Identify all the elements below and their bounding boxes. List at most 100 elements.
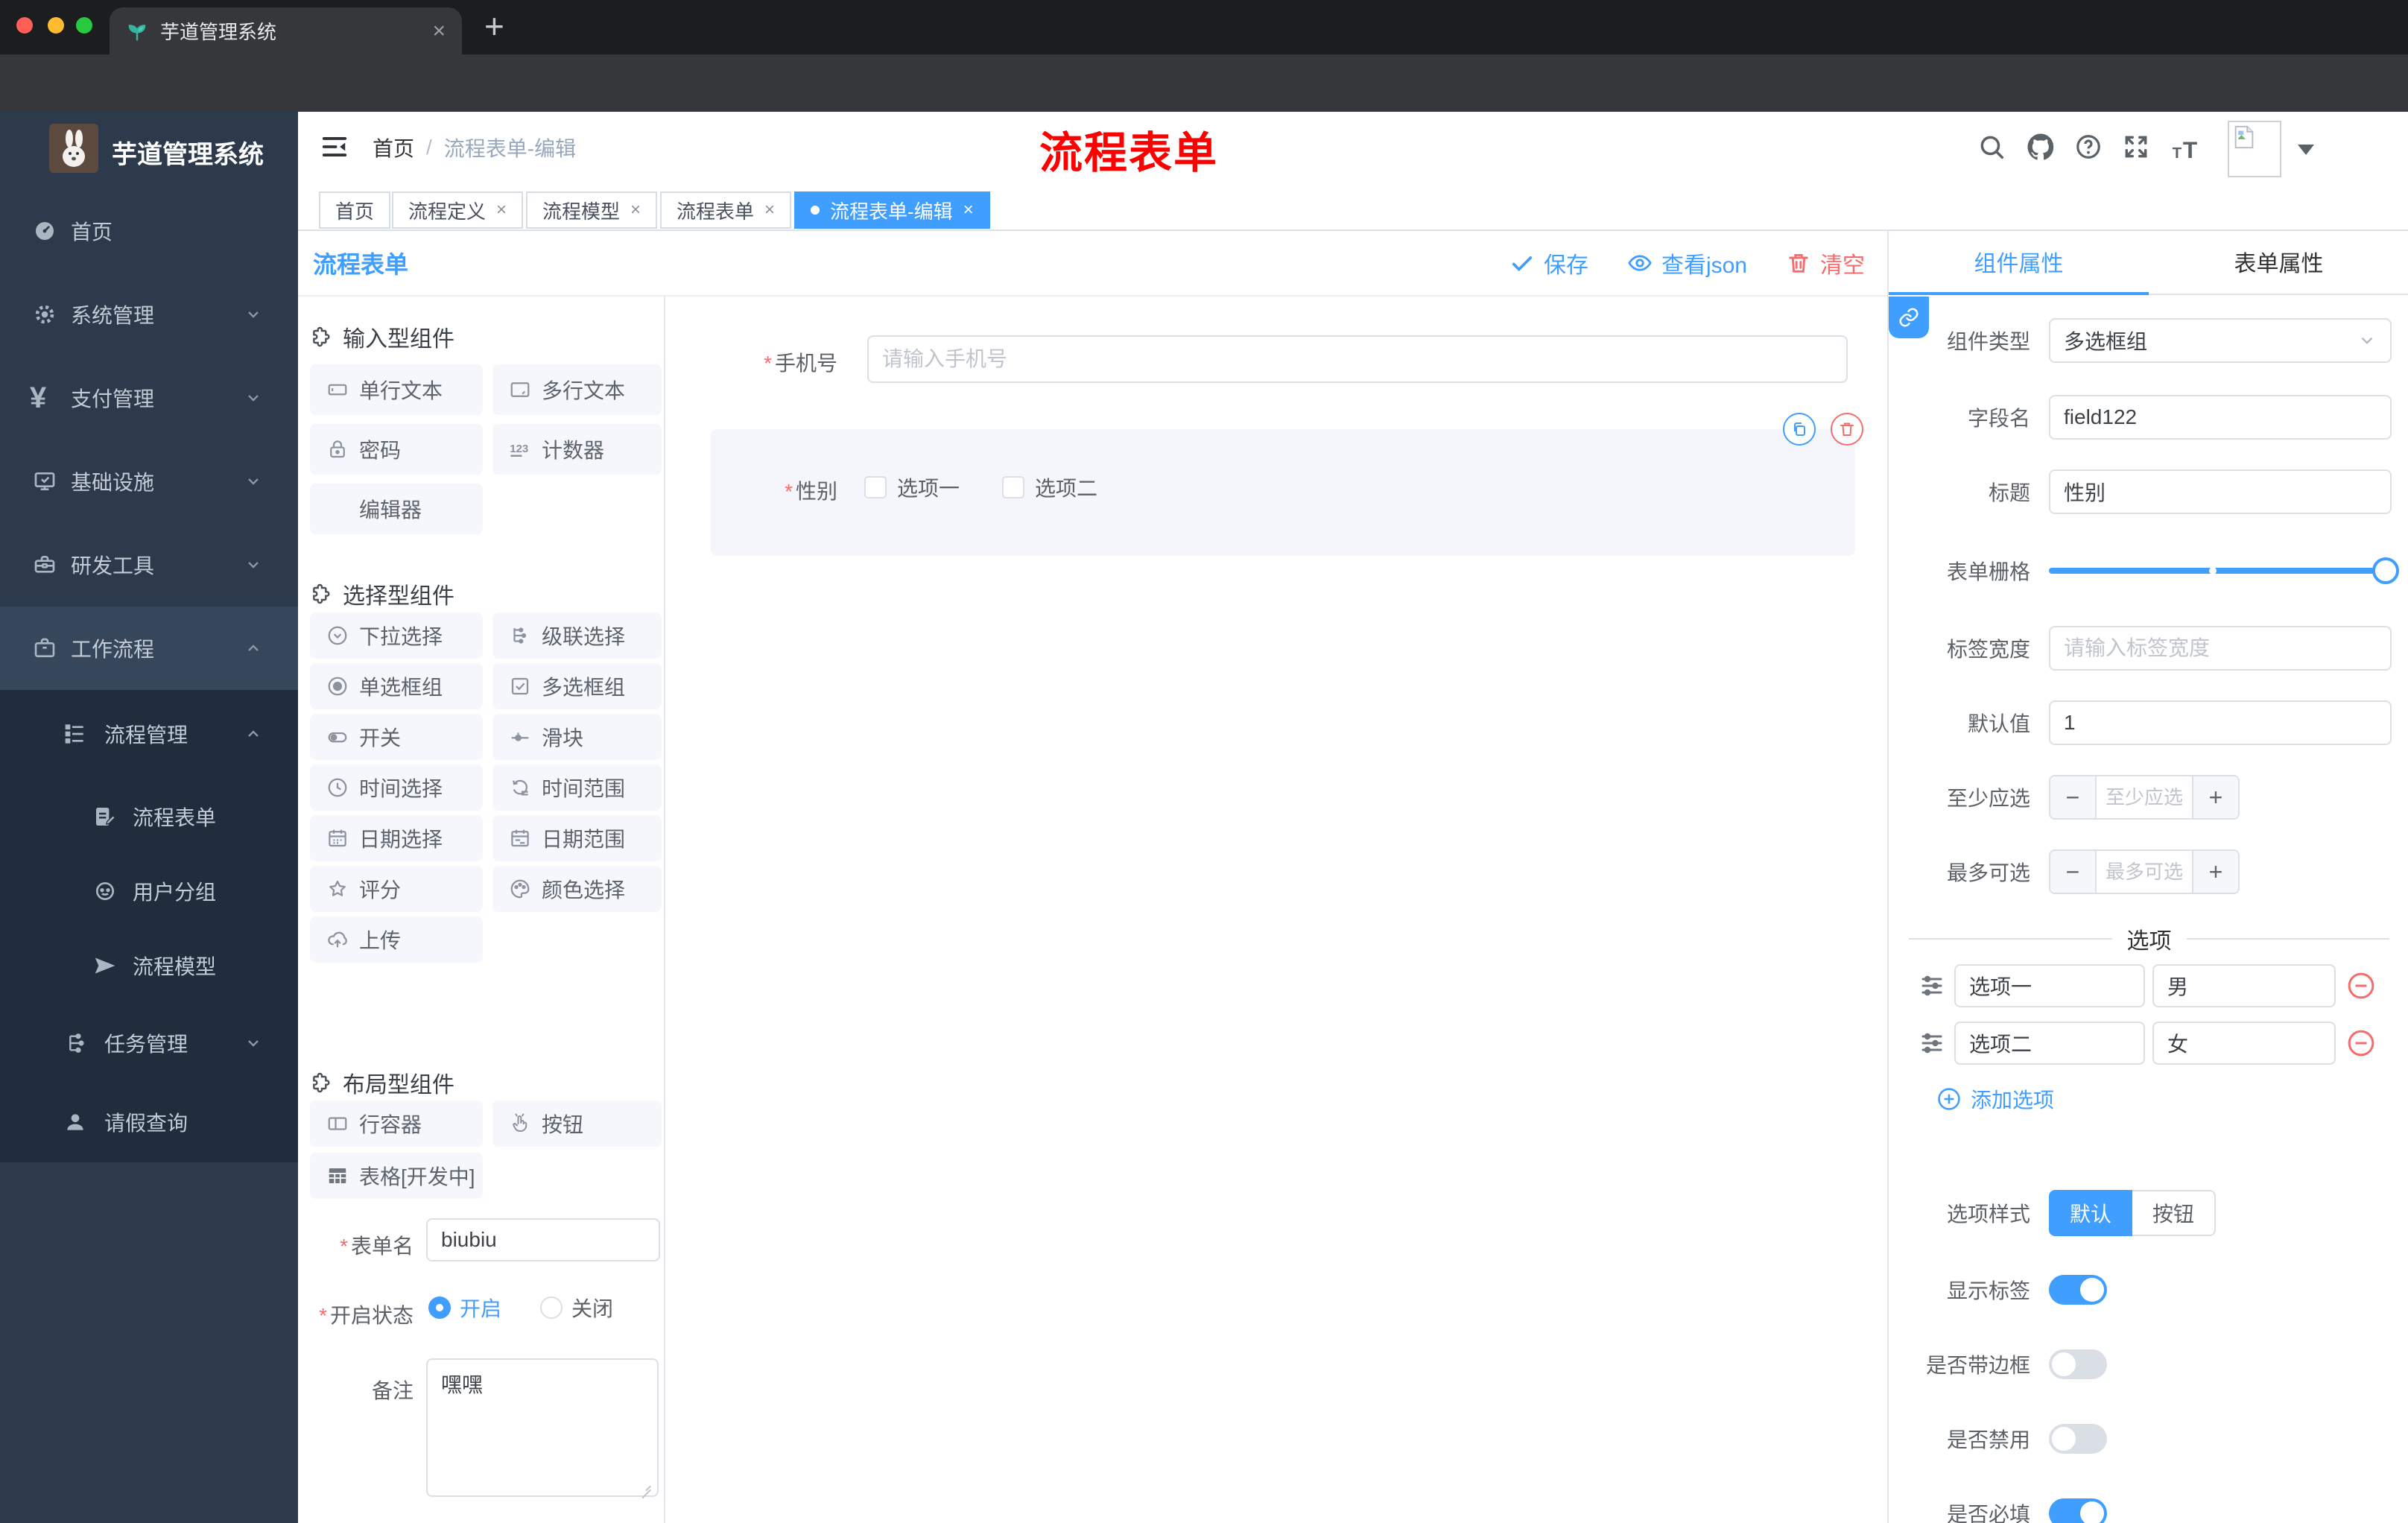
form-name-input[interactable] xyxy=(426,1218,660,1261)
option-label-input[interactable] xyxy=(1954,1022,2145,1065)
style-button-button[interactable]: 按钮 xyxy=(2132,1190,2216,1236)
stepper-plus-button[interactable]: + xyxy=(2192,776,2238,818)
component-delete-button[interactable] xyxy=(1831,413,1863,446)
window-minimize-button[interactable] xyxy=(48,17,64,34)
sidebar-item-process-mgmt[interactable]: 流程管理 xyxy=(0,713,298,755)
border-toggle[interactable] xyxy=(2049,1349,2107,1379)
palette-item-select[interactable]: 下拉选择 xyxy=(310,612,483,659)
gender-checkbox-2[interactable]: 选项二 xyxy=(1002,472,1097,502)
palette-item-rate[interactable]: 评分 xyxy=(310,866,483,912)
disabled-toggle[interactable] xyxy=(2049,1424,2107,1454)
tab-component-props[interactable]: 组件属性 xyxy=(1889,231,2149,292)
palette-item-table[interactable]: 表格[开发中] xyxy=(310,1153,483,1199)
palette-item-date-picker[interactable]: 日期选择 xyxy=(310,815,483,861)
grid-slider[interactable] xyxy=(2049,548,2399,593)
palette-item-counter[interactable]: 123 计数器 xyxy=(492,424,662,475)
field-name-input[interactable] xyxy=(2049,395,2392,440)
status-radio-off[interactable]: 关闭 xyxy=(540,1293,613,1323)
textarea-resize-handle[interactable] xyxy=(638,1477,653,1492)
palette-item-password[interactable]: 密码 xyxy=(310,424,483,475)
tab-process-definition[interactable]: 流程定义 × xyxy=(392,191,524,229)
fullscreen-icon[interactable] xyxy=(2122,133,2150,161)
sidebar-item-infra[interactable]: 基础设施 xyxy=(0,460,298,502)
drag-handle-icon[interactable] xyxy=(1919,1030,1945,1057)
required-toggle[interactable] xyxy=(2049,1498,2107,1523)
browser-tab[interactable]: 芋道管理系统 × xyxy=(110,7,462,54)
slider-handle[interactable] xyxy=(2372,557,2399,584)
style-default-button[interactable]: 默认 xyxy=(2049,1190,2132,1236)
palette-item-switch[interactable]: 开关 xyxy=(310,714,483,760)
min-stepper-input[interactable] xyxy=(2097,776,2192,818)
option-value-input[interactable] xyxy=(2152,964,2336,1007)
palette-item-color-picker[interactable]: 颜色选择 xyxy=(492,866,662,912)
tab-close-icon[interactable]: × xyxy=(963,200,974,221)
breadcrumb-home[interactable]: 首页 xyxy=(373,133,414,162)
stepper-minus-button[interactable]: − xyxy=(2050,851,2097,893)
palette-item-upload[interactable]: 上传 xyxy=(310,916,483,963)
hamburger-icon[interactable] xyxy=(320,133,349,161)
option-value-input[interactable] xyxy=(2152,1022,2336,1065)
palette-item-slider[interactable]: 滑块 xyxy=(492,714,662,760)
sidebar-item-system[interactable]: 系统管理 xyxy=(0,294,298,335)
save-button[interactable]: 保存 xyxy=(1509,247,1588,279)
title-input[interactable] xyxy=(2049,469,2392,514)
view-json-button[interactable]: 查看json xyxy=(1627,247,1747,279)
avatar[interactable] xyxy=(2228,121,2281,177)
tab-close-icon[interactable]: × xyxy=(764,200,775,221)
stepper-minus-button[interactable]: − xyxy=(2050,776,2097,818)
palette-item-cascader[interactable]: 级联选择 xyxy=(492,612,662,659)
sidebar-item-devtools[interactable]: 研发工具 xyxy=(0,544,298,586)
stepper-plus-button[interactable]: + xyxy=(2192,851,2238,893)
sidebar-item-process-form[interactable]: 流程表单 xyxy=(0,796,298,838)
palette-item-row-container[interactable]: 行容器 xyxy=(310,1101,483,1147)
palette-item-multi-text[interactable]: 多行文本 xyxy=(492,364,662,415)
default-value-input[interactable] xyxy=(2049,700,2392,745)
sidebar-item-user-group[interactable]: 用户分组 xyxy=(0,870,298,912)
clear-button[interactable]: 清空 xyxy=(1786,247,1865,279)
tab-form-props[interactable]: 表单属性 xyxy=(2149,231,2408,292)
tab-close-icon[interactable]: × xyxy=(496,200,507,221)
sidebar-item-payment[interactable]: ¥ 支付管理 xyxy=(0,377,298,419)
show-label-toggle[interactable] xyxy=(2049,1275,2107,1305)
component-copy-button[interactable] xyxy=(1783,413,1816,446)
drag-handle-icon[interactable] xyxy=(1919,972,1945,999)
palette-item-editor[interactable]: 编辑器 xyxy=(310,484,483,534)
add-option-button[interactable]: 添加选项 xyxy=(1936,1084,2054,1114)
avatar-caret-icon[interactable] xyxy=(2298,145,2314,155)
remove-option-button[interactable] xyxy=(2346,971,2376,1001)
palette-item-date-range[interactable]: 日期范围 xyxy=(492,815,662,861)
palette-item-checkbox-group[interactable]: 多选框组 xyxy=(492,663,662,709)
tab-process-form-edit[interactable]: 流程表单-编辑 × xyxy=(794,191,990,229)
label-width-input[interactable] xyxy=(2049,626,2392,671)
sidebar-item-leave-query[interactable]: 请假查询 xyxy=(0,1101,298,1143)
palette-item-button[interactable]: 按钮 xyxy=(492,1101,662,1147)
canvas-phone-input[interactable] xyxy=(867,335,1848,383)
github-icon[interactable] xyxy=(2025,131,2056,162)
new-tab-button[interactable]: + xyxy=(484,6,504,46)
tab-home[interactable]: 首页 xyxy=(319,191,391,229)
window-close-button[interactable] xyxy=(16,17,33,34)
search-icon[interactable] xyxy=(1977,133,2006,161)
max-stepper-input[interactable] xyxy=(2097,851,2192,893)
sidebar-item-home[interactable]: 首页 xyxy=(0,210,298,252)
form-remark-textarea[interactable]: 嘿嘿 xyxy=(426,1358,659,1497)
status-radio-on[interactable]: 开启 xyxy=(428,1293,501,1323)
sidebar-item-task-mgmt[interactable]: 任务管理 xyxy=(0,1022,298,1064)
tab-process-model[interactable]: 流程模型 × xyxy=(526,191,658,229)
palette-item-radio-group[interactable]: 单选框组 xyxy=(310,663,483,709)
font-size-icon[interactable]: TT xyxy=(2171,136,2199,164)
sidebar-item-workflow[interactable]: 工作流程 xyxy=(0,627,298,669)
option-label-input[interactable] xyxy=(1954,964,2145,1007)
palette-item-time-picker[interactable]: 时间选择 xyxy=(310,764,483,811)
window-zoom-button[interactable] xyxy=(76,17,92,34)
palette-item-time-range[interactable]: 时间范围 xyxy=(492,764,662,811)
tab-process-form[interactable]: 流程表单 × xyxy=(660,191,792,229)
remove-option-button[interactable] xyxy=(2346,1028,2376,1058)
tab-close-icon[interactable]: × xyxy=(630,200,641,221)
help-icon[interactable] xyxy=(2074,133,2103,161)
palette-item-single-text[interactable]: 单行文本 xyxy=(310,364,483,415)
sidebar-item-process-model[interactable]: 流程模型 xyxy=(0,945,298,987)
browser-tab-close-icon[interactable]: × xyxy=(432,19,446,42)
gender-checkbox-1[interactable]: 选项一 xyxy=(864,472,960,502)
canvas-selected-component[interactable]: * 性别 选项一 选项二 xyxy=(711,413,1863,556)
